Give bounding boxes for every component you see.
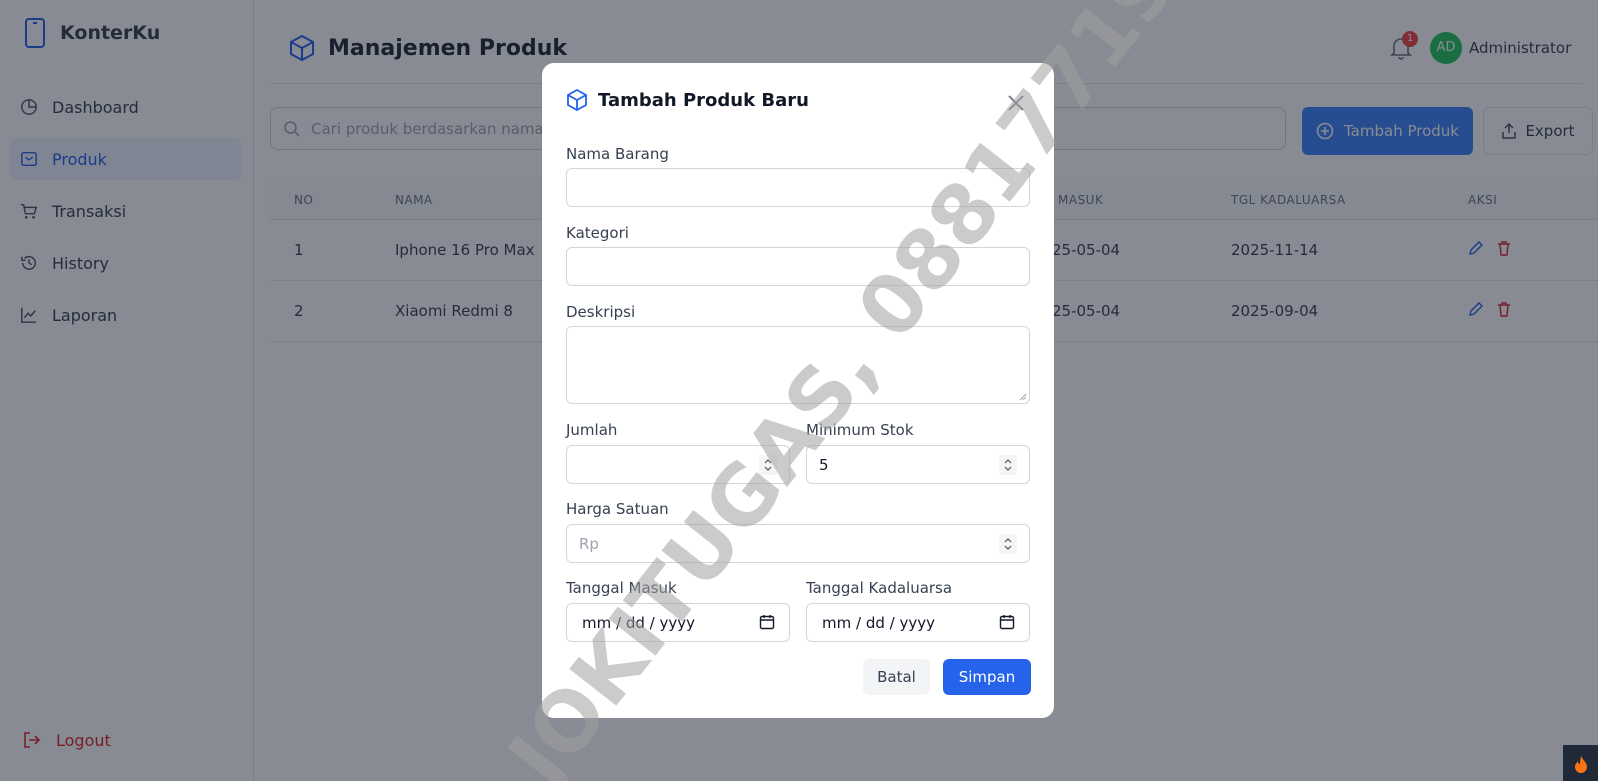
spinner-icon[interactable] <box>999 534 1017 554</box>
harga-satuan-label: Harga Satuan <box>566 500 669 518</box>
save-button[interactable]: Simpan <box>943 659 1031 695</box>
harga-satuan-input[interactable]: Rp <box>566 524 1030 563</box>
tanggal-kadaluarsa-value: mm / dd / yyyy <box>822 614 935 632</box>
deskripsi-textarea[interactable] <box>566 326 1030 404</box>
close-icon[interactable] <box>1006 93 1026 113</box>
corner-badge[interactable] <box>1563 745 1598 781</box>
jumlah-input[interactable] <box>566 445 790 484</box>
harga-satuan-placeholder: Rp <box>579 535 599 553</box>
modal-title: Tambah Produk Baru <box>566 89 809 111</box>
tanggal-masuk-label: Tanggal Masuk <box>566 579 677 597</box>
kategori-label: Kategori <box>566 224 629 242</box>
nama-barang-label: Nama Barang <box>566 145 669 163</box>
jumlah-label: Jumlah <box>566 421 618 439</box>
add-product-modal: Tambah Produk Baru Nama Barang Kategori … <box>542 63 1054 718</box>
flame-icon <box>1575 755 1587 773</box>
cancel-button[interactable]: Batal <box>863 659 930 695</box>
tanggal-masuk-value: mm / dd / yyyy <box>582 614 695 632</box>
minimum-stok-value: 5 <box>819 456 829 474</box>
minimum-stok-input[interactable]: 5 <box>806 445 1030 484</box>
nama-barang-input[interactable] <box>566 168 1030 207</box>
spinner-icon[interactable] <box>759 455 777 475</box>
tanggal-masuk-input[interactable]: mm / dd / yyyy <box>566 603 790 642</box>
deskripsi-label: Deskripsi <box>566 303 636 321</box>
resize-handle-icon[interactable] <box>1017 391 1027 401</box>
spinner-icon[interactable] <box>999 455 1017 475</box>
tanggal-kadaluarsa-label: Tanggal Kadaluarsa <box>806 579 953 597</box>
kategori-input[interactable] <box>566 247 1030 286</box>
modal-title-text: Tambah Produk Baru <box>598 89 809 111</box>
calendar-icon[interactable] <box>759 614 775 630</box>
minimum-stok-label: Minimum Stok <box>806 421 914 439</box>
cube-icon <box>567 89 587 111</box>
calendar-icon[interactable] <box>999 614 1015 630</box>
tanggal-kadaluarsa-input[interactable]: mm / dd / yyyy <box>806 603 1030 642</box>
